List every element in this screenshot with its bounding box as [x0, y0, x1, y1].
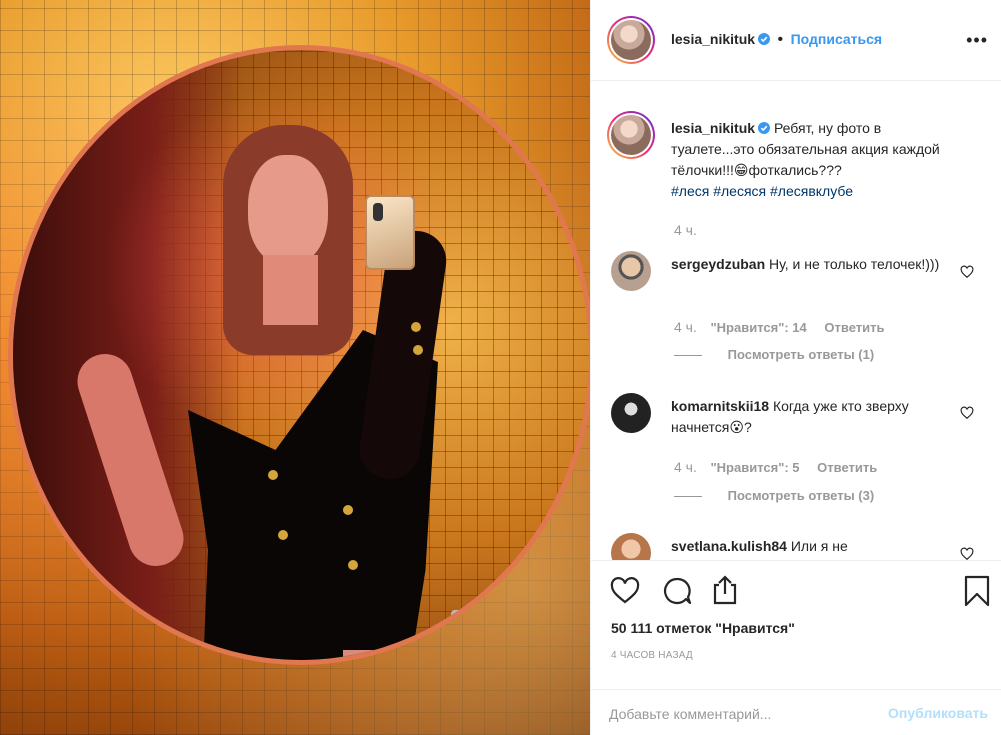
separator-dot: • — [777, 31, 784, 48]
caption-author-avatar[interactable] — [607, 111, 655, 159]
add-comment-input[interactable] — [609, 702, 849, 726]
comment-like-heart-icon[interactable] — [960, 406, 974, 420]
caption-author-username[interactable]: lesia_nikituk — [671, 120, 755, 136]
comment-time[interactable]: 4 ч. — [674, 459, 697, 475]
comments-section: lesia_nikituk Ребят, ну фото в туалете..… — [591, 81, 1001, 560]
comment-text: Ну, и не только телочек!))) — [769, 256, 940, 272]
publish-button[interactable]: Опубликовать — [888, 705, 988, 721]
more-icon[interactable]: ••• — [966, 30, 988, 51]
author-avatar[interactable] — [607, 16, 655, 64]
comment-time[interactable]: 4 ч. — [674, 319, 697, 335]
caption-time[interactable]: 4 ч. — [674, 222, 697, 238]
comment: komarnitskii18 Когда уже кто зверху начн… — [671, 396, 951, 438]
comment-username[interactable]: svetlana.kulish84 — [671, 538, 787, 554]
view-replies-button[interactable]: Посмотреть ответы (3) — [674, 488, 874, 503]
hashtag-link[interactable]: #лесяся — [713, 183, 766, 199]
comment-reply-button[interactable]: Ответить — [824, 320, 884, 335]
post-photo[interactable] — [0, 0, 590, 735]
comment-like-heart-icon[interactable] — [960, 547, 974, 560]
add-comment-bar: Опубликовать — [591, 689, 1001, 735]
share-icon[interactable] — [709, 574, 741, 606]
verified-badge-icon — [758, 122, 771, 134]
comment-meta: 4 ч. "Нравится": 5 Ответить — [674, 459, 877, 475]
post-actions: 50 111 отметок "Нравится" 4 часов назад … — [591, 560, 1001, 735]
heart-icon[interactable] — [609, 575, 641, 607]
view-replies-button[interactable]: Посмотреть ответы (1) — [674, 347, 874, 362]
comment-like-heart-icon[interactable] — [960, 265, 974, 279]
post-side-panel: lesia_nikituk • Подписаться ••• lesia_ni… — [590, 0, 1001, 735]
hashtag-link[interactable]: #леся — [671, 183, 709, 199]
bookmark-icon[interactable] — [961, 575, 993, 607]
follow-button[interactable]: Подписаться — [791, 31, 883, 47]
post-time-ago[interactable]: 4 часов назад — [611, 650, 693, 661]
comment: sergeydzuban Ну, и не только телочек!))) — [671, 254, 951, 275]
post-header: lesia_nikituk • Подписаться ••• — [591, 0, 1001, 81]
comment-text: Или я не — [790, 538, 848, 554]
caption: lesia_nikituk Ребят, ну фото в туалете..… — [671, 118, 961, 202]
comment-likes[interactable]: "Нравится": 14 — [710, 320, 806, 335]
comment-avatar[interactable] — [611, 251, 651, 291]
comment-avatar[interactable] — [611, 393, 651, 433]
comment-avatar[interactable] — [611, 533, 651, 560]
comment: svetlana.kulish84 Или я не — [671, 536, 951, 557]
comment-meta: 4 ч. "Нравится": 14 Ответить — [674, 319, 884, 335]
comment-reply-button[interactable]: Ответить — [817, 460, 877, 475]
author-username[interactable]: lesia_nikituk — [671, 31, 755, 47]
likes-count[interactable]: 50 111 отметок "Нравится" — [611, 620, 795, 636]
comment-likes[interactable]: "Нравится": 5 — [710, 460, 799, 475]
comment-icon[interactable] — [661, 575, 693, 607]
comment-username[interactable]: sergeydzuban — [671, 256, 765, 272]
verified-badge-icon — [758, 33, 771, 45]
comment-username[interactable]: komarnitskii18 — [671, 398, 769, 414]
hashtag-link[interactable]: #лесявклубе — [770, 183, 853, 199]
photo-mirror — [8, 45, 590, 665]
